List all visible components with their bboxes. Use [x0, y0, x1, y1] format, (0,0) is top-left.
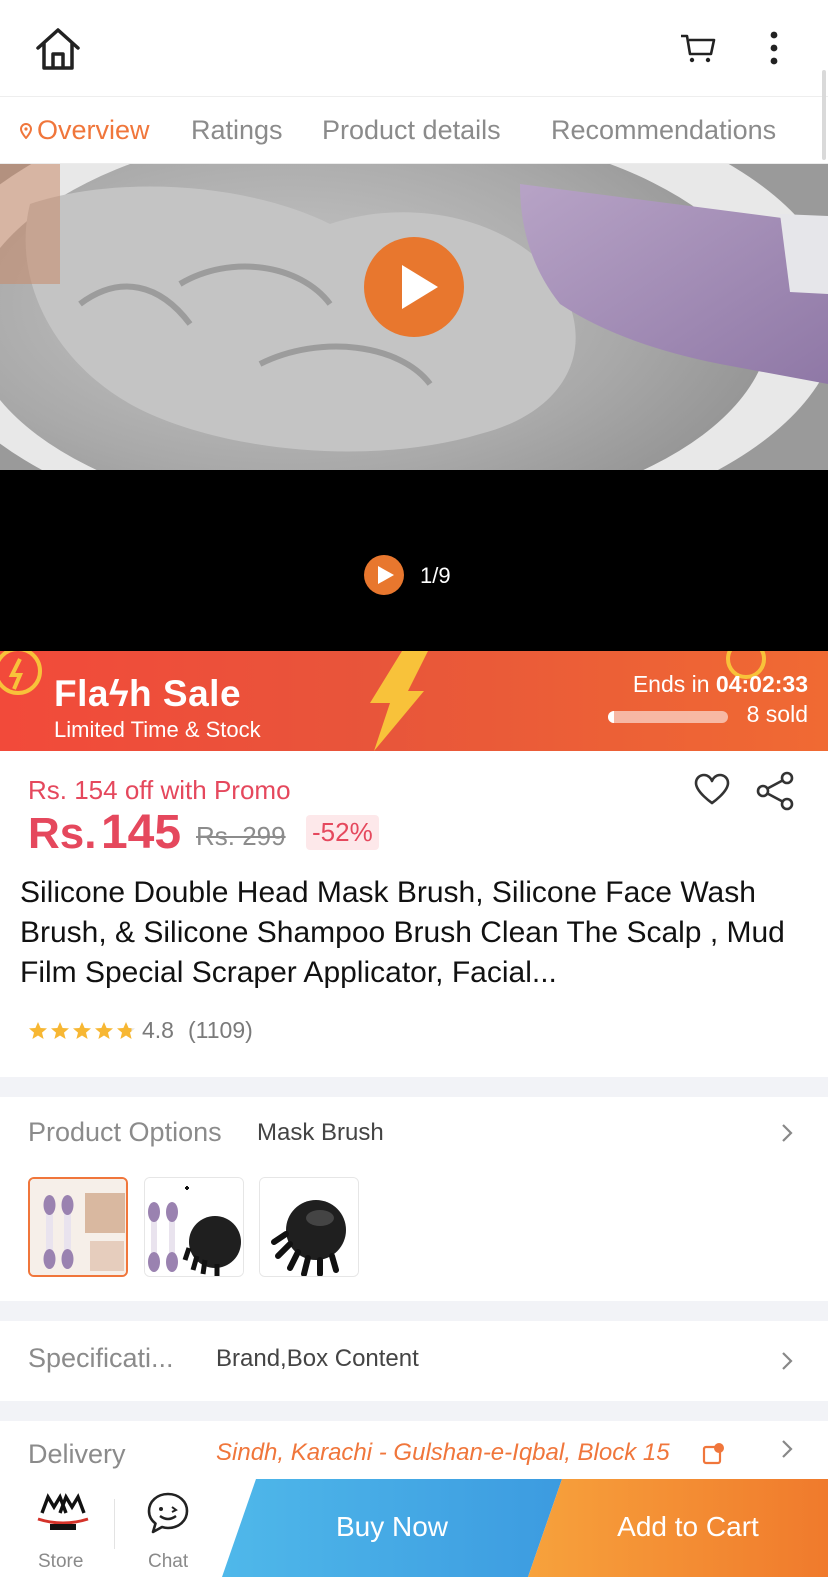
chat-label[interactable]: Chat: [148, 1551, 188, 1573]
selected-option: Mask Brush: [257, 1119, 384, 1146]
bottom-action-bar: Store Chat Buy Now Add to Cart: [0, 1479, 828, 1577]
original-price: Rs. 299: [196, 821, 286, 851]
star-rating-icon: [29, 1022, 135, 1039]
section-tabs: Overview Ratings Product details Recomme…: [0, 96, 828, 164]
promo-text: Rs. 154 off with Promo: [28, 775, 291, 805]
tab-overview[interactable]: Overview: [37, 115, 150, 146]
current-price: Rs. 145: [28, 805, 181, 860]
ends-in-label: Ends in: [632, 671, 710, 697]
page-scrollbar[interactable]: [822, 70, 826, 160]
more-options-icon[interactable]: [768, 30, 780, 66]
discount-badge: -52%: [306, 815, 379, 850]
chevron-right-icon[interactable]: [780, 1439, 794, 1459]
add-to-cart-button[interactable]: Add to Cart: [528, 1479, 828, 1577]
top-bar: [0, 0, 828, 96]
product-options-card[interactable]: Product Options Mask Brush: [0, 1097, 828, 1301]
mask-brush-image: [30, 1179, 126, 1275]
buy-now-button[interactable]: Buy Now: [222, 1479, 562, 1577]
play-video-button[interactable]: [364, 237, 464, 337]
delivery-address[interactable]: Sindh, Karachi - Gulshan-e-Iqbal, Block …: [216, 1439, 670, 1467]
specifications-row[interactable]: Specificati... Brand,Box Content: [0, 1321, 828, 1401]
tab-recommendations[interactable]: Recommendations: [551, 115, 776, 146]
rating-score: 4.8: [142, 1017, 174, 1043]
currency-symbol: Rs.: [28, 809, 97, 858]
option-thumbnail-combo[interactable]: [144, 1177, 244, 1277]
play-indicator-icon: [364, 555, 404, 595]
tab-ratings[interactable]: Ratings: [191, 115, 283, 146]
buy-now-label: Buy Now: [335, 1511, 449, 1542]
alarm-clock-icon: [0, 651, 42, 695]
shampoo-brush-image: [260, 1178, 358, 1276]
price-card: Rs. 154 off with Promo Rs. 145 Rs. 299 -…: [0, 751, 828, 1077]
delivery-row[interactable]: Delivery Sindh, Karachi - Gulshan-e-Iqba…: [0, 1421, 828, 1481]
flash-sale-banner: Flaϟh Sale Limited Time & Stock Ends in …: [0, 651, 828, 751]
store-logo-icon[interactable]: [36, 1491, 90, 1533]
chevron-right-icon[interactable]: [780, 1351, 794, 1371]
location-edit-icon[interactable]: [702, 1441, 726, 1465]
home-icon[interactable]: [34, 26, 82, 72]
sold-progress-bar: [608, 711, 728, 723]
divider: [114, 1499, 115, 1549]
specifications-label: Specificati...: [28, 1343, 174, 1373]
flash-sale-title: Flaϟh Sale: [54, 673, 242, 714]
cart-icon[interactable]: [680, 32, 716, 64]
flash-sale-timer: Ends in 04:02:33: [633, 671, 808, 698]
chevron-right-icon[interactable]: [780, 1123, 794, 1143]
chat-icon[interactable]: [146, 1491, 190, 1535]
play-icon: [402, 265, 438, 309]
delivery-label: Delivery: [28, 1439, 126, 1469]
tab-product-details[interactable]: Product details: [322, 115, 501, 146]
option-thumbnail-mask-brush[interactable]: [28, 1177, 128, 1277]
add-to-cart-label: Add to Cart: [617, 1511, 759, 1542]
product-title: Silicone Double Head Mask Brush, Silicon…: [20, 876, 785, 989]
store-label[interactable]: Store: [38, 1551, 83, 1573]
flash-sale-subtitle: Limited Time & Stock: [54, 717, 261, 742]
product-media[interactable]: 1/9: [0, 164, 828, 651]
sold-progress-fill: [608, 711, 614, 723]
combo-brush-image: [145, 1178, 243, 1276]
heart-icon[interactable]: [694, 773, 730, 805]
media-counter-text: 1/9: [420, 563, 451, 588]
option-thumbnail-shampoo-brush[interactable]: [259, 1177, 359, 1277]
options-label: Product Options: [28, 1117, 222, 1147]
countdown-value: 04:02:33: [715, 671, 808, 697]
share-icon[interactable]: [756, 771, 794, 811]
rating-count: (1109): [188, 1017, 253, 1043]
location-pin-icon: [20, 123, 32, 139]
price-value: 145: [100, 806, 182, 859]
specifications-value: Brand,Box Content: [216, 1345, 419, 1372]
sold-count: 8 sold: [746, 701, 808, 727]
lightning-bolt-icon: [370, 651, 428, 751]
